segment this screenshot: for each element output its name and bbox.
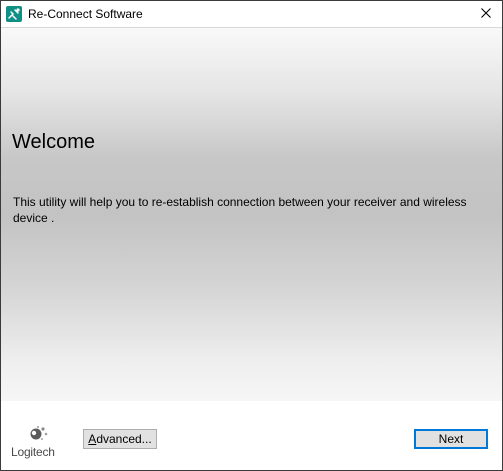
logitech-logo: Logitech: [11, 425, 66, 465]
footer-bar: Logitech Advanced... Next: [1, 401, 502, 470]
window-title: Re-Connect Software: [28, 7, 143, 21]
close-button[interactable]: [470, 1, 502, 27]
next-button[interactable]: Next: [414, 429, 488, 449]
close-icon: [481, 5, 491, 23]
app-icon: [6, 6, 22, 22]
page-title: Welcome: [12, 131, 95, 153]
advanced-accel-key: A: [88, 432, 97, 446]
reconnect-window: Re-Connect Software Welcome This utility…: [0, 0, 503, 471]
content-panel: Welcome This utility will help you to re…: [1, 28, 502, 401]
title-bar: Re-Connect Software: [1, 1, 502, 28]
description-text: This utility will help you to re-establi…: [13, 195, 467, 225]
logo-text: Logitech: [11, 445, 55, 459]
logitech-logo-icon: [30, 426, 48, 441]
advanced-button[interactable]: Advanced...: [83, 429, 157, 449]
advanced-label: dvanced...: [96, 432, 152, 446]
